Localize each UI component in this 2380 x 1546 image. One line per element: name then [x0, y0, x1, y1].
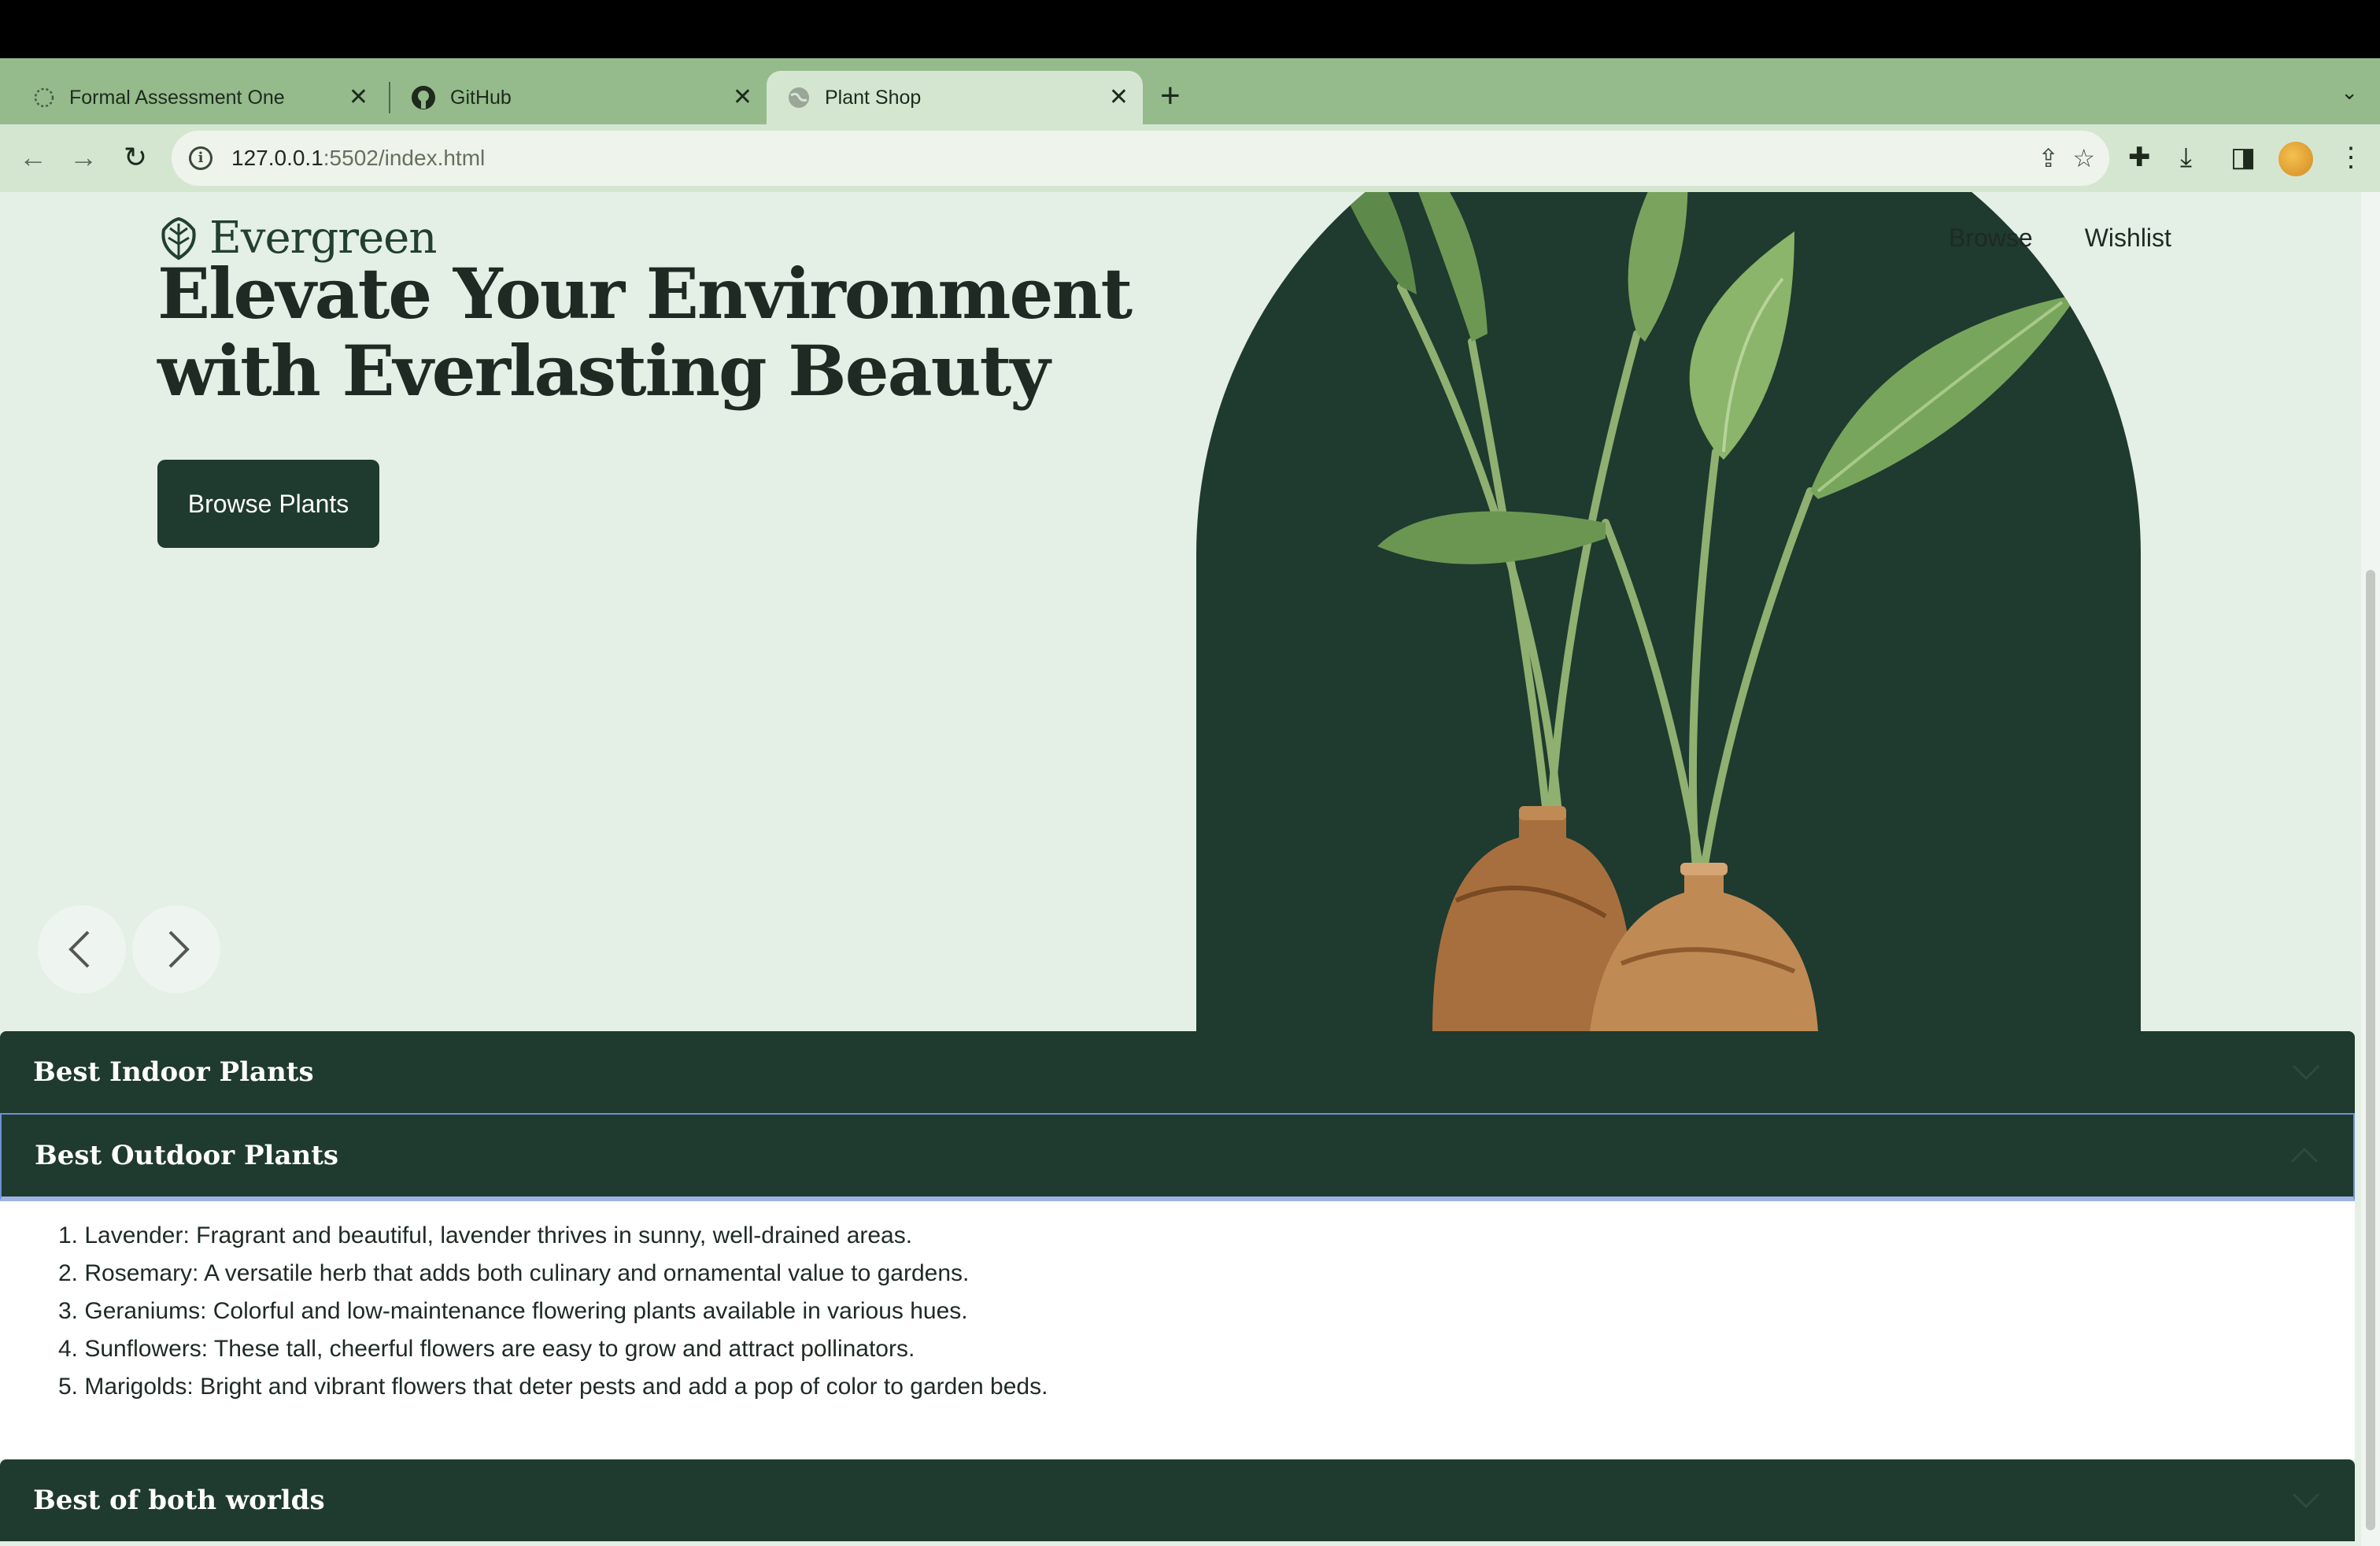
new-tab-button[interactable]: + [1160, 76, 1181, 117]
chevron-up-icon [2290, 1147, 2319, 1163]
list-item: 3. Geraniums: Colorful and low-maintenan… [58, 1298, 968, 1324]
list-item: 1. Lavender: Fragrant and beautiful, lav… [58, 1222, 913, 1248]
system-top-bar [0, 0, 2380, 58]
page-viewport: Evergreen Browse Wishlist Elevate Your E… [0, 192, 2380, 1546]
tab-github[interactable]: GitHub ✕ [390, 71, 767, 124]
tab-formal-assessment[interactable]: Formal Assessment One ✕ [13, 71, 382, 124]
accordion-title: Best of both worlds [33, 1485, 325, 1516]
outdoor-plants-list: 1. Lavender: Fragrant and beautiful, lav… [58, 1217, 2355, 1406]
accordion-header-outdoor[interactable]: Best Outdoor Plants [0, 1113, 2355, 1201]
close-icon[interactable]: ✕ [1109, 83, 1129, 112]
close-icon[interactable]: ✕ [733, 83, 752, 112]
hero-section: Evergreen Browse Wishlist Elevate Your E… [0, 192, 2360, 1031]
extensions-puzzle-icon[interactable]: ✚ [2128, 139, 2151, 176]
back-arrow-icon[interactable]: ← [11, 135, 55, 179]
accordion-header-indoor[interactable]: Best Indoor Plants [0, 1031, 2355, 1113]
nav-link-wishlist[interactable]: Wishlist [2085, 224, 2171, 253]
more-menu-icon[interactable]: ⋮ [2338, 139, 2364, 176]
chevron-left-icon [68, 930, 90, 968]
chevron-down-icon [2292, 1492, 2320, 1509]
list-item: 2. Rosemary: A versatile herb that adds … [58, 1260, 970, 1286]
browser-tab-strip: Formal Assessment One ✕ GitHub ✕ Plant S… [0, 58, 2380, 124]
carousel-prev-button[interactable] [38, 905, 126, 993]
tab-label: GitHub [450, 86, 512, 109]
accordion-header-both[interactable]: Best of both worlds [0, 1459, 2355, 1541]
tab-plant-shop[interactable]: Plant Shop ✕ [767, 71, 1143, 124]
info-icon[interactable]: i [189, 146, 213, 170]
side-panel-icon[interactable]: ◨ [2230, 139, 2256, 176]
address-bar[interactable]: i 127.0.0.1:5502/index.html ⇪ ☆ [172, 131, 2109, 186]
forward-arrow-icon[interactable]: → [61, 135, 105, 179]
github-icon [412, 86, 435, 109]
scrollbar-thumb[interactable] [2366, 570, 2375, 1530]
browser-toolbar: ← → ↻ i 127.0.0.1:5502/index.html ⇪ ☆ ✚ … [0, 124, 2380, 192]
accordion-title: Best Indoor Plants [33, 1056, 314, 1088]
nav-link-browse[interactable]: Browse [1949, 224, 2033, 253]
plant-illustration [1344, 192, 2078, 1031]
reload-icon[interactable]: ↻ [113, 135, 157, 179]
close-icon[interactable]: ✕ [349, 83, 368, 112]
hero-headline: Elevate Your Environment with Everlastin… [157, 253, 1133, 412]
list-item: 4. Sunflowers: These tall, cheerful flow… [58, 1336, 915, 1362]
tab-search-chevron-icon[interactable]: ⌄ [2341, 80, 2358, 105]
list-item: 5. Marigolds: Bright and vibrant flowers… [58, 1374, 1048, 1400]
globe-icon [789, 87, 809, 108]
download-icon[interactable]: ⤓ [2180, 139, 2192, 176]
tab-label: Formal Assessment One [69, 86, 285, 109]
loading-icon [34, 87, 54, 108]
tab-label: Plant Shop [825, 86, 922, 109]
url-text[interactable]: 127.0.0.1:5502/index.html [231, 146, 485, 171]
chevron-right-icon [168, 930, 190, 968]
profile-avatar[interactable] [2278, 142, 2313, 176]
carousel-next-button[interactable] [132, 905, 220, 993]
browse-plants-button[interactable]: Browse Plants [157, 460, 379, 548]
accordion-panel-outdoor: 1. Lavender: Fragrant and beautiful, lav… [0, 1201, 2355, 1459]
share-icon[interactable]: ⇪ [2038, 143, 2059, 173]
site-nav: Browse Wishlist [1949, 224, 2171, 253]
hero-plant-image [1196, 192, 2141, 1031]
bookmark-star-icon[interactable]: ☆ [2072, 143, 2095, 173]
chevron-down-icon [2292, 1064, 2320, 1081]
accordion-title: Best Outdoor Plants [35, 1140, 339, 1171]
page-scrollbar[interactable] [2361, 192, 2380, 1546]
